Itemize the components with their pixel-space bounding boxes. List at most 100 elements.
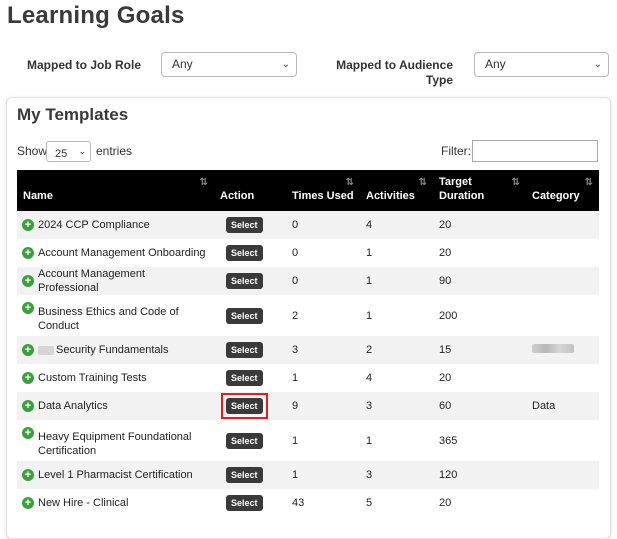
templates-title: My Templates [17, 105, 129, 124]
target-duration: 20 [439, 247, 452, 259]
select-button[interactable]: Select [226, 398, 263, 414]
highlighted-select: Select [221, 393, 268, 419]
times-used: 2 [292, 309, 299, 322]
table-row: + Heavy Equipment Foundational Certificat… [17, 420, 599, 461]
row-name: + Security Fundamentals [17, 336, 214, 364]
row-name: + Level 1 Pharmacist Certification [17, 461, 214, 489]
expand-plus-icon[interactable]: + [22, 427, 34, 439]
table-header-row: Name ⇅ Action Times Used ⇅ Activities ⇅ Tar… [17, 170, 599, 211]
col-header-times-used[interactable]: Times Used ⇅ [286, 170, 360, 211]
times-used: 9 [292, 400, 299, 412]
row-name: + Business Ethics and Code of Conduct [17, 295, 214, 336]
audience-type-value: Any [485, 57, 506, 71]
table-row: + Level 1 Pharmacist Certification Select… [17, 461, 599, 489]
select-button[interactable]: Select [226, 370, 263, 386]
sort-icon: ⇅ [199, 177, 208, 188]
col-header-target-duration[interactable]: Target Duration ⇅ [433, 170, 526, 211]
table-row: + New Hire - Clinical Select 43 5 20 [17, 489, 599, 517]
category [526, 239, 599, 267]
expand-plus-icon[interactable]: + [22, 275, 34, 287]
select-button[interactable]: Select [226, 273, 263, 289]
col-header-category[interactable]: Category ⇅ [526, 170, 599, 211]
filter-bar: Mapped to Job Role Any ⌄ Mapped to Audie… [0, 52, 617, 92]
entries-value: 25 [55, 148, 68, 160]
page-title: Learning Goals [7, 2, 185, 29]
sort-icon: ⇅ [345, 177, 354, 188]
target-duration: 200 [439, 309, 458, 322]
category [526, 364, 599, 392]
select-button[interactable]: Select [226, 467, 263, 483]
table-row: + Account Management Professional Select … [17, 267, 599, 295]
category [526, 295, 599, 336]
row-name: + Data Analytics [17, 392, 214, 420]
activities: 3 [366, 400, 373, 412]
times-used: 0 [292, 247, 299, 259]
times-used: 0 [292, 219, 299, 231]
target-duration: 20 [439, 219, 452, 231]
filter-input[interactable] [472, 140, 598, 162]
select-button[interactable]: Select [226, 245, 263, 261]
category: Data [532, 400, 556, 412]
target-duration: 90 [439, 275, 452, 287]
select-button[interactable]: Select [226, 307, 263, 324]
audience-type-select[interactable]: Any ⌄ [474, 52, 609, 77]
times-used: 43 [292, 497, 305, 509]
times-used: 1 [292, 469, 299, 481]
sort-icon: ⇅ [511, 177, 520, 188]
filter-label: Filter: [441, 144, 471, 158]
target-duration: 15 [439, 344, 452, 356]
row-name: + Heavy Equipment Foundational Certificat… [17, 420, 214, 461]
select-button[interactable]: Select [226, 495, 263, 511]
times-used: 1 [292, 372, 299, 384]
entries-label: entries [96, 144, 133, 158]
times-used: 3 [292, 344, 299, 356]
activities: 4 [366, 372, 373, 384]
expand-plus-icon[interactable]: + [22, 372, 34, 384]
activities: 2 [366, 344, 373, 356]
expand-plus-icon[interactable]: + [22, 497, 34, 509]
col-header-activities[interactable]: Activities ⇅ [360, 170, 433, 211]
activities: 4 [366, 219, 373, 231]
table-row: + Security Fundamentals Select 3 2 15 [17, 336, 599, 364]
target-duration: 365 [439, 434, 458, 447]
category [526, 489, 599, 517]
target-duration: 60 [439, 400, 452, 412]
sort-icon: ⇅ [584, 177, 593, 188]
row-name: +2024 CCP Compliance [17, 211, 214, 239]
select-button[interactable]: Select [226, 432, 263, 449]
activities: 5 [366, 497, 373, 509]
row-name: + Account Management Onboarding [17, 239, 214, 267]
expand-plus-icon[interactable]: + [22, 400, 34, 412]
table-row: +2024 CCP Compliance Select 0 4 20 [17, 211, 599, 239]
job-role-select[interactable]: Any ⌄ [161, 52, 297, 77]
activities: 1 [366, 434, 373, 447]
select-button[interactable]: Select [226, 217, 263, 233]
times-used: 0 [292, 275, 299, 287]
row-name: + Account Management Professional [17, 267, 214, 295]
expand-plus-icon[interactable]: + [22, 247, 34, 259]
activities: 1 [366, 247, 373, 259]
show-label: Show [17, 144, 48, 158]
row-name: + New Hire - Clinical [17, 489, 214, 517]
table-row: + Data Analytics Select 9 3 60 Data [17, 392, 599, 420]
expand-plus-icon[interactable]: + [22, 219, 34, 231]
times-used: 1 [292, 434, 299, 447]
expand-plus-icon[interactable]: + [22, 344, 34, 356]
category [526, 420, 599, 461]
table-row: + Business Ethics and Code of Conduct Sel… [17, 295, 599, 336]
audience-type-label: Mapped to Audience Type [336, 58, 453, 87]
templates-table: Name ⇅ Action Times Used ⇅ Activities ⇅ Tar… [17, 170, 599, 517]
redacted-category [532, 344, 574, 353]
job-role-value: Any [172, 57, 193, 71]
templates-panel: My Templates Show 25 ⌄ entries Filter: N… [6, 97, 611, 539]
col-header-name[interactable]: Name ⇅ [17, 170, 214, 211]
expand-plus-icon[interactable]: + [22, 469, 34, 481]
job-role-label: Mapped to Job Role [27, 58, 141, 72]
col-header-action: Action [214, 170, 286, 211]
activities: 1 [366, 309, 373, 322]
entries-select[interactable]: 25 ⌄ [46, 141, 91, 162]
category [526, 461, 599, 489]
activities: 1 [366, 275, 373, 287]
select-button[interactable]: Select [226, 342, 263, 358]
expand-plus-icon[interactable]: + [22, 302, 34, 314]
